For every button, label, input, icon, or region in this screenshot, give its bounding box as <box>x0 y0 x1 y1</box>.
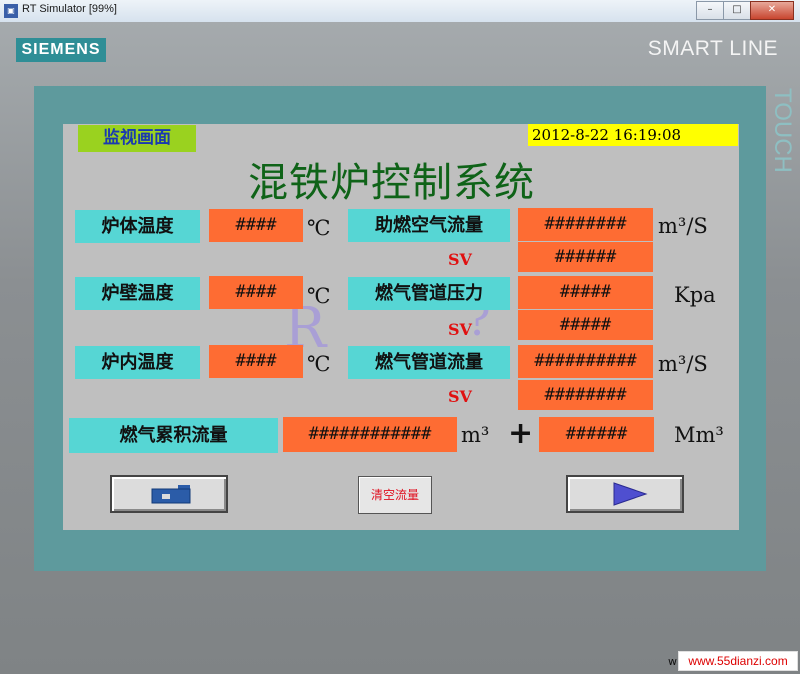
value-gas-pipe-flow-pv: ########## <box>518 345 653 378</box>
page-title: 混铁炉控制系统 <box>248 160 535 206</box>
minimize-button[interactable]: – <box>696 1 724 20</box>
label-furnace-wall-temp: 炉壁温度 <box>75 277 200 310</box>
next-page-button[interactable] <box>566 475 684 513</box>
value-combustion-air-flow-pv: ######## <box>518 208 653 241</box>
home-icon <box>151 485 191 504</box>
plus-sign: + <box>508 416 534 451</box>
value-gas-accumulated-flow-mm3: ###### <box>539 417 654 452</box>
label-gas-pipe-pressure: 燃气管道压力 <box>348 277 510 310</box>
home-button[interactable] <box>110 475 228 513</box>
clear-flow-button[interactable]: 清空流量 <box>358 476 432 514</box>
label-combustion-air-flow: 助燃空气流量 <box>348 209 510 242</box>
value-furnace-body-temp: #### <box>209 209 303 242</box>
site-watermark: www.55dianzi.com <box>678 651 798 671</box>
window-controls: – □ ✕ <box>696 1 794 20</box>
value-combustion-air-flow-sv[interactable]: ###### <box>518 242 653 272</box>
app-icon: ▣ <box>4 4 18 18</box>
sv-label: SV <box>448 320 472 339</box>
unit-flow: m³/S <box>658 214 708 238</box>
label-furnace-body-temp: 炉体温度 <box>75 210 200 243</box>
datetime-display: 2012-8-22 16:19:08 <box>528 124 738 146</box>
maximize-button[interactable]: □ <box>723 1 751 20</box>
unit-flow: m³/S <box>658 352 708 376</box>
sv-label: SV <box>448 250 472 269</box>
unit-celsius: ℃ <box>307 284 331 308</box>
device-model: SMART LINE <box>647 37 778 60</box>
unit-celsius: ℃ <box>307 216 331 240</box>
arrow-right-icon <box>613 482 648 506</box>
unit-pressure: Kpa <box>674 283 716 307</box>
close-button[interactable]: ✕ <box>750 1 794 20</box>
screen-tag: 监视画面 <box>78 125 196 152</box>
touch-label: TOUCH <box>769 88 796 173</box>
value-furnace-wall-temp: #### <box>209 276 303 309</box>
value-gas-pipe-pressure-pv: ##### <box>518 276 653 309</box>
value-furnace-inner-temp: #### <box>209 345 303 378</box>
unit-volume: m³ <box>461 423 490 447</box>
unit-celsius: ℃ <box>307 352 331 376</box>
brand-logo: SIEMENS <box>16 38 106 62</box>
window-title: RT Simulator [99%] <box>22 3 117 15</box>
unit-volume-mm3: Mm³ <box>674 423 724 447</box>
window-title-bar[interactable]: ▣ RT Simulator [99%] – □ ✕ <box>0 0 800 23</box>
label-furnace-inner-temp: 炉内温度 <box>75 346 200 379</box>
value-gas-accumulated-flow: ############ <box>283 417 457 452</box>
sv-label: SV <box>448 387 472 406</box>
value-gas-pipe-flow-sv[interactable]: ######## <box>518 380 653 410</box>
label-gas-pipe-flow: 燃气管道流量 <box>348 346 510 379</box>
footer-prefix: w <box>668 655 677 668</box>
label-gas-accumulated-flow: 燃气累积流量 <box>69 418 278 453</box>
value-gas-pipe-pressure-sv[interactable]: ##### <box>518 310 653 340</box>
